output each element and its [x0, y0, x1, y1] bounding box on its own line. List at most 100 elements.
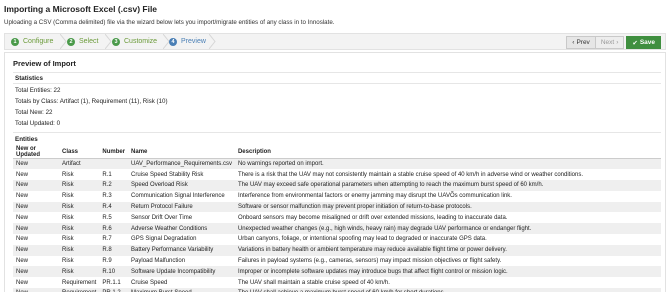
table-cell: Payload Malfunction: [131, 258, 186, 265]
preview-panel: Preview of Import Statistics Total Entit…: [4, 52, 666, 292]
step-configure[interactable]: 1 Configure: [11, 34, 53, 49]
divider: [13, 83, 661, 84]
table-cell: New: [13, 180, 59, 191]
table-row: New Risk R.1 Cruise Speed Stability Risk The…: [13, 169, 661, 180]
table-cell: Speed Overload Risk: [128, 180, 235, 191]
table-cell: New: [16, 171, 29, 178]
wizard-navigation: ‹ Prev Next › ✔ Save: [566, 36, 661, 49]
table-cell: UAV_Performance_Requirements.csv: [128, 158, 235, 170]
entities-table: New or Updated Class Number Name Descrip…: [13, 146, 661, 292]
table-cell: Adverse Weather Conditions: [128, 223, 235, 235]
table-cell: Sensor Drift Over Time: [131, 214, 193, 221]
table-cell: Cruise Speed: [131, 279, 168, 286]
table-cell: Failures in payload systems (e.g., camer…: [237, 258, 502, 265]
step-label: Configure: [23, 38, 54, 45]
table-cell: Software Update Incompatibility: [128, 266, 235, 278]
check-circle-icon: ✔: [632, 39, 638, 47]
save-button[interactable]: ✔ Save: [626, 36, 661, 49]
table-cell: There is a risk that the UAV may not con…: [237, 171, 584, 178]
divider: [13, 132, 661, 133]
table-cell: PR.1.1: [102, 279, 121, 286]
table-cell: Interference from environmental factors …: [237, 193, 512, 200]
table-cell: Software or sensor malfunction may preve…: [234, 201, 661, 213]
table-cell: Return Protocol Failure: [128, 201, 235, 213]
table-cell: Risk: [62, 236, 74, 243]
table-row: New Risk R.10 Software Update Incompatibili…: [13, 266, 661, 278]
table-cell: Risk: [62, 214, 74, 221]
table-cell: Risk: [59, 266, 100, 278]
table-cell: R.5: [102, 214, 112, 221]
table-cell: Unexpected weather changes (e.g., high w…: [234, 223, 661, 235]
next-button[interactable]: Next ›: [595, 36, 625, 49]
stat-totals-by-class: Totals by Class: Artifact (1), Requireme…: [15, 98, 168, 105]
statistics-heading: Statistics: [15, 75, 43, 82]
step-label: Select: [79, 38, 99, 45]
table-cell: R.4: [99, 201, 129, 213]
step-label: Customize: [124, 38, 158, 45]
step-customize[interactable]: 3 Customize: [112, 34, 157, 49]
preview-title: Preview of Import: [13, 59, 76, 68]
table-cell: R.2: [99, 180, 129, 191]
table-cell: The UAV shall achieve a maximum burst sp…: [234, 288, 661, 292]
table-cell: New: [16, 236, 29, 243]
step-select[interactable]: 2 Select: [67, 34, 98, 49]
table-cell: The UAV shall maintain a stable cruise s…: [237, 279, 390, 286]
chevron-right-icon: ›: [616, 39, 619, 46]
table-cell: R.8: [99, 244, 129, 256]
table-cell: New: [13, 201, 59, 213]
table-row: NewRequirementPR.1.2Maximum Burst SpeedT…: [13, 288, 661, 292]
divider: [13, 72, 661, 73]
table-cell: Requirement: [59, 288, 100, 292]
page-title: Importing a Microsoft Excel (.csv) File: [4, 4, 158, 14]
table-row: New Risk R.4 Return Protocol Failure Softwar…: [13, 201, 661, 213]
table-cell: R.10: [99, 266, 129, 278]
stat-total-new: Total New: 22: [15, 109, 53, 116]
table-cell: Risk: [59, 244, 100, 256]
table-cell: Maximum Burst Speed: [128, 288, 235, 292]
column-header: Name: [128, 146, 235, 159]
table-cell: Artifact: [59, 158, 100, 170]
table-row: New Risk R.6 Adverse Weather Conditions Unex…: [13, 223, 661, 235]
table-row: New Risk R.3 Communication Signal Interfere…: [13, 191, 661, 202]
step-number-badge: 4: [169, 37, 177, 46]
chevron-right-icon: [209, 34, 216, 49]
table-cell: Onboard sensors may become misaligned or…: [237, 214, 508, 221]
table-cell: GPS Signal Degradation: [131, 236, 197, 243]
table-cell: Improper or incomplete software updates …: [234, 266, 661, 278]
table-cell: Requirement: [62, 279, 97, 286]
table-cell: R.1: [102, 171, 112, 178]
entities-heading: Entities: [15, 136, 38, 143]
table-row: New Risk R.5 Sensor Drift Over Time Onboard …: [13, 212, 661, 223]
table-cell: Risk: [59, 201, 100, 213]
table-cell: [99, 158, 129, 170]
chevron-right-icon: [60, 34, 67, 49]
table-cell: Battery Performance Variability: [128, 244, 235, 256]
step-label: Preview: [181, 38, 206, 45]
step-preview[interactable]: 4 Preview: [169, 34, 206, 49]
step-number-badge: 3: [112, 37, 120, 46]
table-cell: New: [13, 266, 59, 278]
table-row: New Risk R.9 Payload Malfunction Failures in…: [13, 256, 661, 267]
table-cell: Cruise Speed Stability Risk: [131, 171, 204, 178]
table-cell: Risk: [59, 223, 100, 235]
table-cell: New: [13, 223, 59, 235]
column-header: Description: [234, 146, 661, 159]
table-header-row: New or Updated Class Number Name Descrip…: [13, 146, 661, 159]
table-cell: New: [16, 258, 29, 265]
table-cell: The UAV may exceed safe operational para…: [234, 180, 661, 191]
table-cell: New: [13, 288, 59, 292]
stat-total-updated: Total Updated: 0: [15, 120, 61, 127]
prev-button[interactable]: ‹ Prev: [566, 36, 596, 49]
column-header: New or Updated: [13, 146, 59, 159]
table-row: New Artifact UAV_Performance_Requirements.…: [13, 158, 661, 170]
table-cell: New: [16, 193, 29, 200]
table-cell: New: [16, 279, 29, 286]
table-cell: Urban canyons, foliage, or intentional s…: [237, 236, 487, 243]
table-cell: R.9: [102, 258, 112, 265]
table-cell: R.6: [99, 223, 129, 235]
stat-total-entities: Total Entities: 22: [15, 87, 61, 94]
table-cell: R.7: [102, 236, 112, 243]
table-cell: Risk: [62, 193, 74, 200]
table-cell: Risk: [62, 258, 74, 265]
page-description: Uploading a CSV (Comma delimited) file v…: [4, 19, 335, 26]
